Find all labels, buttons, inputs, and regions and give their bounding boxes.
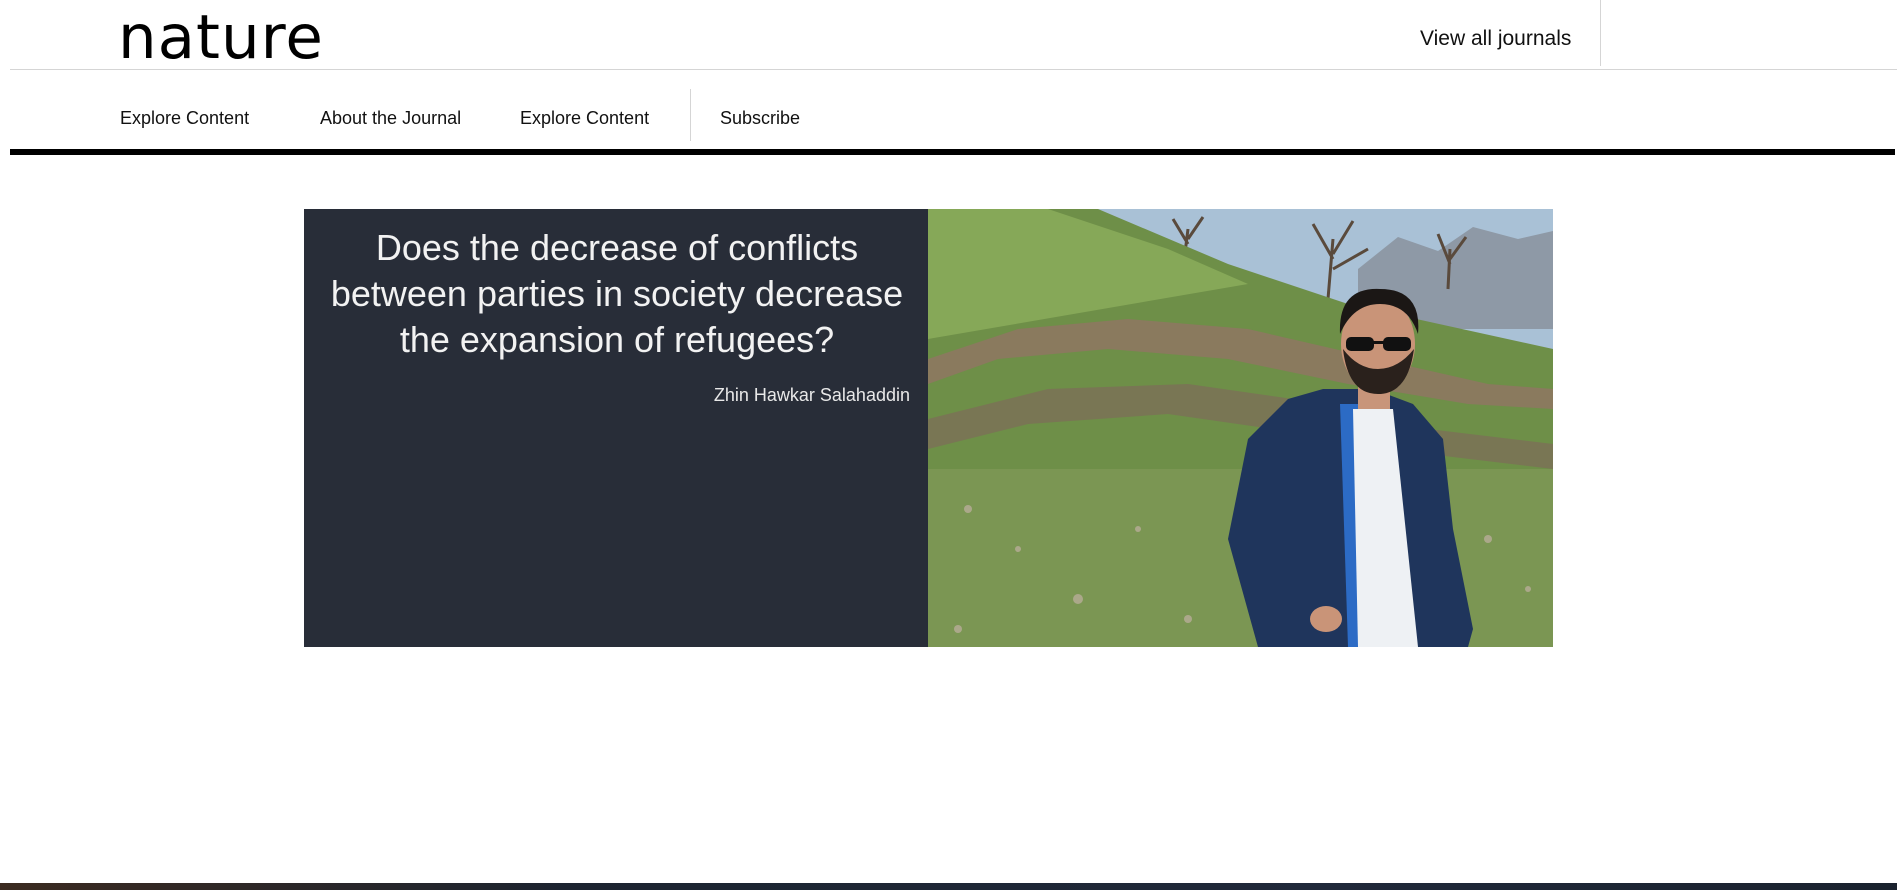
header-divider [1600, 0, 1601, 66]
hero-feature: Does the decrease of conflicts between p… [304, 209, 1553, 647]
view-all-journals-link[interactable]: View all journals [1420, 27, 1571, 51]
nav-divider [690, 89, 691, 141]
footer-strip [0, 883, 1897, 890]
hero-photo[interactable] [928, 209, 1553, 647]
nav-underline-bar [10, 149, 1895, 155]
person-photo-icon [928, 209, 1553, 647]
main-nav: Explore Content About the Journal Explor… [0, 70, 1897, 150]
site-header: nature View all journals [0, 0, 1897, 73]
nature-logo[interactable]: nature [118, 2, 324, 74]
nav-explore-content[interactable]: Explore Content [120, 108, 249, 129]
hero-text-panel[interactable]: Does the decrease of conflicts between p… [304, 209, 928, 647]
nav-subscribe[interactable]: Subscribe [720, 108, 800, 129]
page: nature View all journals Explore Content… [0, 0, 1897, 890]
hero-author: Zhin Hawkar Salahaddin [713, 385, 910, 405]
nav-explore-content-secondary[interactable]: Explore Content [520, 108, 649, 129]
nav-about-the-journal[interactable]: About the Journal [320, 108, 461, 129]
hero-title[interactable]: Does the decrease of conflicts between p… [322, 225, 912, 363]
